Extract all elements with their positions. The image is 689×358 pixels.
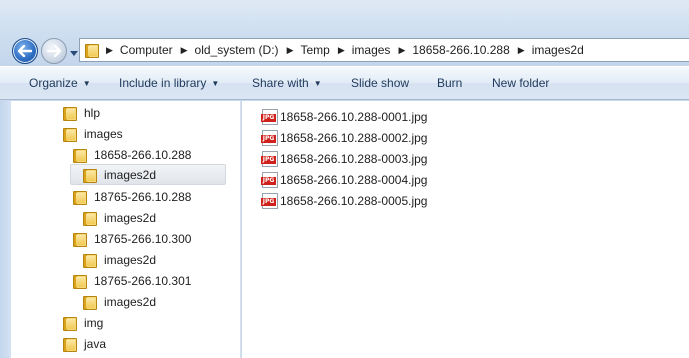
breadcrumb-item-current[interactable]: images2d <box>532 43 584 57</box>
folder-icon <box>62 106 77 121</box>
tree-item-selected[interactable]: images2d <box>70 164 226 185</box>
breadcrumb-arrow-icon[interactable]: ▶ <box>106 45 113 56</box>
list-item[interactable]: JPG 18658-266.10.288-0002.jpg <box>261 127 428 148</box>
list-item[interactable]: JPG 18658-266.10.288-0003.jpg <box>261 148 428 169</box>
tree-item[interactable]: images <box>62 123 123 144</box>
file-name: 18658-266.10.288-0001.jpg <box>280 109 428 124</box>
folder-icon <box>62 337 77 352</box>
tree-item-label: java <box>84 336 107 351</box>
share-with-label: Share with <box>252 76 309 90</box>
address-bar[interactable]: ▶ Computer ▶ old_system (D:) ▶ Temp ▶ im… <box>79 38 689 62</box>
tree-item[interactable]: 18765-266.10.301 <box>72 270 191 291</box>
folder-icon <box>62 127 77 142</box>
list-item[interactable]: JPG 18658-266.10.288-0001.jpg <box>261 106 428 127</box>
back-button[interactable] <box>12 38 38 64</box>
breadcrumb-item[interactable]: 18658-266.10.288 <box>412 43 509 57</box>
share-with-button[interactable]: Share with ▼ <box>252 67 322 100</box>
folder-icon <box>72 274 87 289</box>
folder-icon <box>82 168 97 183</box>
jpg-file-icon: JPG <box>261 171 278 188</box>
command-bar: Organize ▼ Include in library ▼ Share with… <box>0 66 689 100</box>
tree-item-label: 18765-266.10.300 <box>94 231 192 246</box>
tree-item-label: 18658-266.10.288 <box>94 147 192 162</box>
tree-item[interactable]: 18658-266.10.288 <box>72 144 191 165</box>
tree-item[interactable]: hlp <box>62 102 100 123</box>
file-name: 18658-266.10.288-0004.jpg <box>280 172 428 187</box>
jpg-file-icon: JPG <box>261 150 278 167</box>
tree-item[interactable]: images2d <box>82 207 156 228</box>
chevron-down-icon: ▼ <box>211 79 220 88</box>
tree-item[interactable]: java <box>62 333 106 354</box>
window-header: ▶ Computer ▶ old_system (D:) ▶ Temp ▶ im… <box>0 0 689 66</box>
tree-item-label: images2d <box>104 294 157 309</box>
file-name: 18658-266.10.288-0005.jpg <box>280 193 428 208</box>
forward-button[interactable] <box>41 38 67 64</box>
tree-item-label: images2d <box>104 252 157 267</box>
breadcrumb-arrow-icon[interactable]: ▶ <box>181 45 188 56</box>
tree-item[interactable]: images2d <box>82 291 156 312</box>
chevron-down-icon: ▼ <box>82 79 91 88</box>
include-in-library-label: Include in library <box>119 76 207 90</box>
organize-button[interactable]: Organize ▼ <box>29 67 91 100</box>
jpg-file-icon: JPG <box>261 108 278 125</box>
tree-item-label: hlp <box>84 105 101 120</box>
chevron-down-icon: ▼ <box>313 79 322 88</box>
breadcrumb-item[interactable]: Computer <box>120 43 173 57</box>
breadcrumb-item[interactable]: images <box>352 43 391 57</box>
folder-icon <box>84 43 99 58</box>
tree-item[interactable]: 18765-266.10.288 <box>72 186 191 207</box>
folder-icon <box>72 232 87 247</box>
include-in-library-button[interactable]: Include in library ▼ <box>119 67 219 100</box>
folder-icon <box>82 295 97 310</box>
tree-item[interactable]: 18765-266.10.300 <box>72 228 191 249</box>
tree-item[interactable]: img <box>62 312 103 333</box>
organize-label: Organize <box>29 76 78 90</box>
list-item[interactable]: JPG 18658-266.10.288-0005.jpg <box>261 190 428 211</box>
chevron-down-icon <box>70 51 78 56</box>
folder-icon <box>72 190 87 205</box>
back-arrow-icon <box>18 45 32 57</box>
file-list[interactable]: JPG 18658-266.10.288-0001.jpg JPG 18658-… <box>242 101 689 358</box>
slide-show-button[interactable]: Slide show <box>351 67 409 100</box>
folder-icon <box>82 211 97 226</box>
navigation-pane[interactable]: hlp images 18658-266.10.288 images2d 187… <box>11 101 241 358</box>
file-name: 18658-266.10.288-0003.jpg <box>280 151 428 166</box>
tree-item-label: images2d <box>104 210 157 225</box>
jpg-file-icon: JPG <box>261 129 278 146</box>
breadcrumb-arrow-icon[interactable]: ▶ <box>518 45 525 56</box>
folder-icon <box>72 148 87 163</box>
breadcrumb-arrow-icon[interactable]: ▶ <box>287 45 294 56</box>
recent-pages-dropdown[interactable] <box>70 46 78 60</box>
tree-item-label: img <box>84 315 104 330</box>
tree-item-label: 18765-266.10.288 <box>94 189 192 204</box>
jpg-file-icon: JPG <box>261 192 278 209</box>
new-folder-button[interactable]: New folder <box>492 67 549 100</box>
window-frame-left <box>0 101 11 358</box>
folder-icon <box>82 253 97 268</box>
tree-item[interactable]: images2d <box>82 249 156 270</box>
breadcrumb-item[interactable]: Temp <box>300 43 329 57</box>
breadcrumb-item[interactable]: old_system (D:) <box>195 43 279 57</box>
list-item[interactable]: JPG 18658-266.10.288-0004.jpg <box>261 169 428 190</box>
forward-arrow-icon <box>47 45 61 57</box>
folder-icon <box>62 316 77 331</box>
tree-item-label: images <box>84 126 123 141</box>
burn-button[interactable]: Burn <box>437 67 462 100</box>
tree-item-label: 18765-266.10.301 <box>94 273 192 288</box>
breadcrumb-arrow-icon[interactable]: ▶ <box>398 45 405 56</box>
tree-item-label: images2d <box>104 167 157 182</box>
file-name: 18658-266.10.288-0002.jpg <box>280 130 428 145</box>
breadcrumb-arrow-icon[interactable]: ▶ <box>338 45 345 56</box>
